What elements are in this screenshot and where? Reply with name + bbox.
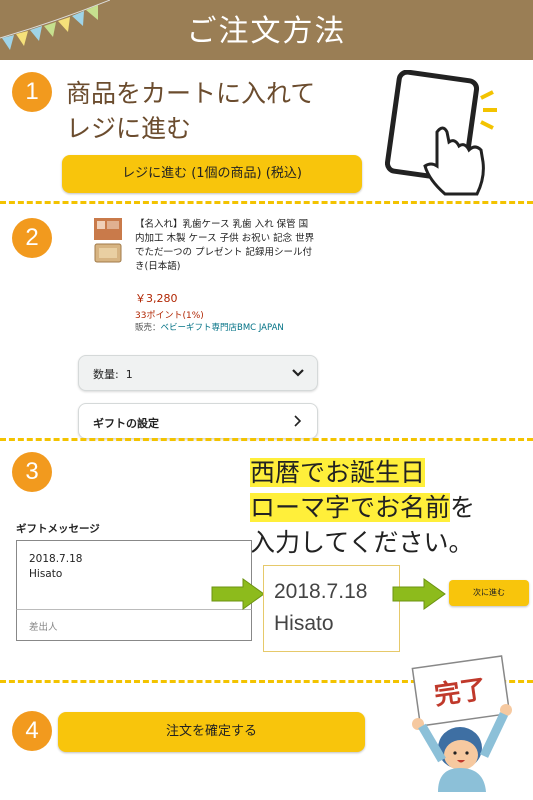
quantity-label: 数量: 1 [93,368,133,381]
place-order-button[interactable]: 注文を確定する [58,712,365,752]
page-header: ご注文方法 [0,0,533,60]
product-thumbnail[interactable] [93,216,123,270]
sender-placeholder: 差出人 [29,622,58,633]
step-1-badge: 1 [12,72,52,112]
sender-input[interactable]: 差出人 [16,609,252,641]
arrow-right-icon [392,578,446,610]
gift-settings-row[interactable]: ギフトの設定 [78,403,318,439]
step-1-text-line2: レジに進む [66,114,192,143]
message-line1: 2018.7.18 [29,553,83,565]
zoom-line2: Hisato [274,612,334,635]
tablet-tap-icon [385,70,497,196]
step-1-text-line1: 商品をカートに入れて [66,79,316,108]
sign-text: 完了 [432,674,489,712]
step-1-instruction: 商品をカートに入れて レジに進む [66,76,315,146]
chevron-down-icon [292,369,304,377]
next-button[interactable]: 次に進む [449,580,529,606]
gift-message-label: ギフトメッセージ [16,523,100,535]
product-title[interactable]: 【名入れ】乳歯ケース 乳歯 入れ 保管 国内加工 木製 ケース 子供 お祝い 記… [135,218,315,274]
product-points: 33ポイント(1%) [135,311,204,321]
instruction-line1: 西暦でお誕生日 [250,458,426,487]
instruction-line2-highlight: ローマ字でお名前 [250,493,451,522]
zoom-line1: 2018.7.18 [274,580,368,603]
step-3-badge: 3 [12,452,52,492]
page-title: ご注文方法 [186,14,347,49]
step-2-badge: 2 [12,218,52,258]
product-price: ￥3,280 [135,292,178,305]
message-zoom-preview: 2018.7.18 Hisato [263,565,400,652]
seller-prefix: 販売： [135,323,161,333]
seller-name-link[interactable]: ベビーギフト専門店BMC JAPAN [161,323,284,333]
proceed-to-checkout-button[interactable]: レジに進む (1個の商品) (税込) [62,155,362,193]
quantity-select[interactable]: 数量: 1 [78,355,318,391]
chevron-right-icon [294,415,302,427]
arrow-right-icon [211,578,265,610]
section-divider [0,201,533,204]
seller-info: 販売：ベビーギフト専門店BMC JAPAN [135,322,295,334]
quantity-value: 1 [125,368,133,381]
gift-settings-label: ギフトの設定 [93,417,159,430]
instruction-line3: 入力してください。 [250,528,474,557]
step-4-badge: 4 [12,711,52,751]
child-holding-sign-illustration: 完了 [408,652,520,792]
instruction-line2-rest: を [450,493,476,522]
section-divider [0,438,533,441]
message-line2: Hisato [29,568,63,580]
step-3-instruction: 西暦でお誕生日 ローマ字でお名前を 入力してください。 [250,455,475,560]
